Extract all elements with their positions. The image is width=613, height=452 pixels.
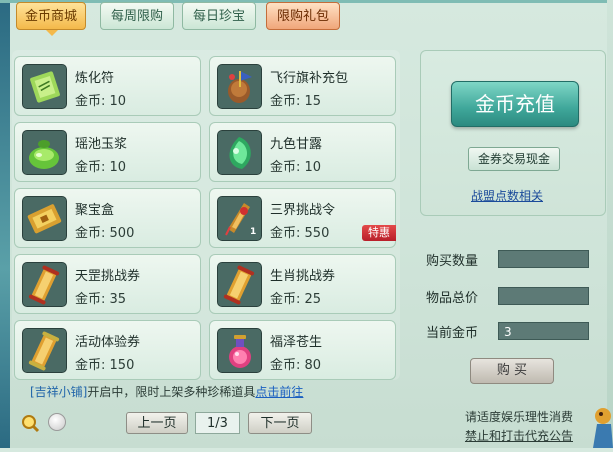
- tab-daily-treasure[interactable]: 每日珍宝: [182, 2, 256, 30]
- magnifier-icon[interactable]: [20, 413, 40, 433]
- price-value: 10: [109, 94, 127, 109]
- item-card-jade-nectar[interactable]: 瑶池玉浆 金币: 10: [14, 122, 201, 182]
- item-name: 生肖挑战券: [270, 269, 336, 284]
- item-card-treasure-box[interactable]: 聚宝盒 金币: 500: [14, 188, 201, 248]
- active-tab-pointer-icon: [46, 30, 58, 36]
- next-page-button[interactable]: 下一页: [248, 412, 312, 434]
- tab-gold-mall[interactable]: 金币商城: [16, 2, 86, 30]
- buy-button[interactable]: 购 买: [470, 358, 554, 384]
- item-price: 金币: 25: [270, 288, 321, 307]
- item-card-refine-talisman[interactable]: 炼化符 金币: 10: [14, 56, 201, 116]
- price-value: 10: [109, 160, 127, 175]
- item-price: 金币: 15: [270, 90, 321, 109]
- item-card-zodiac-ticket[interactable]: 生肖挑战券 金币: 25: [209, 254, 396, 314]
- item-price: 金币: 35: [75, 288, 126, 307]
- price-value: 150: [109, 358, 135, 373]
- item-name: 聚宝盒: [75, 203, 115, 218]
- item-name: 飞行旗补充包: [270, 71, 349, 86]
- item-name: 九色甘露: [270, 137, 323, 152]
- item-card-blessing-potion[interactable]: 福泽苍生 金币: 80: [209, 320, 396, 380]
- item-card-flag-pack[interactable]: 飞行旗补充包 金币: 15: [209, 56, 396, 116]
- notice-tag: [吉祥小铺]: [30, 385, 88, 399]
- potion-icon: [217, 328, 262, 373]
- prev-page-button[interactable]: 上一页: [126, 412, 188, 434]
- treasure-box-icon: [22, 196, 67, 241]
- alliance-points-link[interactable]: 战盟点数相关: [471, 187, 543, 204]
- price-value: 550: [304, 226, 330, 241]
- price-value: 500: [109, 226, 135, 241]
- green-gem-dew-icon: [217, 130, 262, 175]
- scroll-icon: [217, 262, 262, 307]
- moderate-play-notice: 请适度娱乐理性消费: [464, 410, 573, 424]
- price-label: 金币:: [75, 94, 106, 109]
- item-price: 金币: 10: [75, 156, 126, 175]
- current-gold-field: 3: [498, 322, 589, 340]
- scroll-icon: [22, 262, 67, 307]
- gold-recharge-button[interactable]: 金币充值: [451, 81, 579, 127]
- item-price: 金币: 150: [75, 354, 134, 373]
- price-label: 金币:: [75, 160, 106, 175]
- price-label: 金币:: [75, 292, 106, 307]
- item-price: 金币: 10: [270, 156, 321, 175]
- item-card-three-realm-token[interactable]: 1 三界挑战令 金币: 550 特惠: [209, 188, 396, 248]
- price-value: 10: [304, 160, 322, 175]
- tab-weekly-limited[interactable]: 每周限购: [100, 2, 174, 30]
- total-price-label: 物品总价: [426, 291, 479, 306]
- current-gold-label: 当前金币: [426, 326, 479, 341]
- item-name: 瑶池玉浆: [75, 137, 128, 152]
- mascot-corner-icon: [583, 398, 613, 448]
- tab-limited-pack[interactable]: 限购礼包: [266, 2, 340, 30]
- item-name: 三界挑战令: [270, 203, 336, 218]
- price-label: 金币:: [270, 226, 301, 241]
- notice-goto-link[interactable]: 点击前往: [255, 385, 303, 399]
- total-price-field: [498, 287, 589, 305]
- page-indicator: 1/3: [195, 412, 240, 434]
- price-label: 金币:: [270, 94, 301, 109]
- price-value: 80: [304, 358, 322, 373]
- item-price: 金币: 10: [75, 90, 126, 109]
- shop-notice: [吉祥小铺]开启中，限时上架多种珍稀道具点击前往: [30, 383, 303, 400]
- price-label: 金币:: [75, 358, 106, 373]
- item-card-tiangang-ticket[interactable]: 天罡挑战券 金币: 35: [14, 254, 201, 314]
- price-label: 金币:: [270, 292, 301, 307]
- item-price: 金币: 80: [270, 354, 321, 373]
- quantity-badge: 1: [250, 227, 257, 237]
- quantity-input[interactable]: [498, 250, 589, 268]
- special-offer-badge: 特惠: [362, 225, 396, 241]
- item-list-panel: 炼化符 金币: 10 飞行旗补充包 金币: 15 瑶池玉浆 金币: 10 九色甘…: [12, 50, 400, 380]
- price-label: 金币:: [270, 160, 301, 175]
- quantity-label: 购买数量: [426, 254, 479, 269]
- anti-proxy-recharge-link[interactable]: 禁止和打击代充公告: [465, 427, 573, 444]
- toggle-circle-icon[interactable]: [48, 413, 66, 431]
- green-jade-pot-icon: [22, 130, 67, 175]
- left-border-decoration: [0, 0, 10, 448]
- right-border-decoration: [607, 0, 613, 448]
- item-name: 福泽苍生: [270, 335, 323, 350]
- green-talisman-icon: [22, 64, 67, 109]
- price-value: 15: [304, 94, 322, 109]
- recharge-panel: 金币充值 金券交易现金 战盟点数相关: [420, 50, 606, 216]
- item-card-event-trial-ticket[interactable]: 活动体验券 金币: 150: [14, 320, 201, 380]
- item-price: 金币: 500: [75, 222, 134, 241]
- item-name: 炼化符: [75, 71, 115, 86]
- price-label: 金币:: [270, 358, 301, 373]
- flag-pack-icon: [217, 64, 262, 109]
- scroll-icon: [22, 328, 67, 373]
- coupon-trade-button[interactable]: 金券交易现金: [468, 147, 560, 171]
- notice-text: 开启中，限时上架多种珍稀道具: [87, 385, 256, 399]
- price-label: 金币:: [75, 226, 106, 241]
- item-name: 活动体验券: [75, 335, 141, 350]
- item-price: 金币: 550: [270, 222, 329, 241]
- item-name: 天罡挑战券: [75, 269, 141, 284]
- item-card-nine-color-dew[interactable]: 九色甘露 金币: 10: [209, 122, 396, 182]
- price-value: 25: [304, 292, 322, 307]
- price-value: 35: [109, 292, 127, 307]
